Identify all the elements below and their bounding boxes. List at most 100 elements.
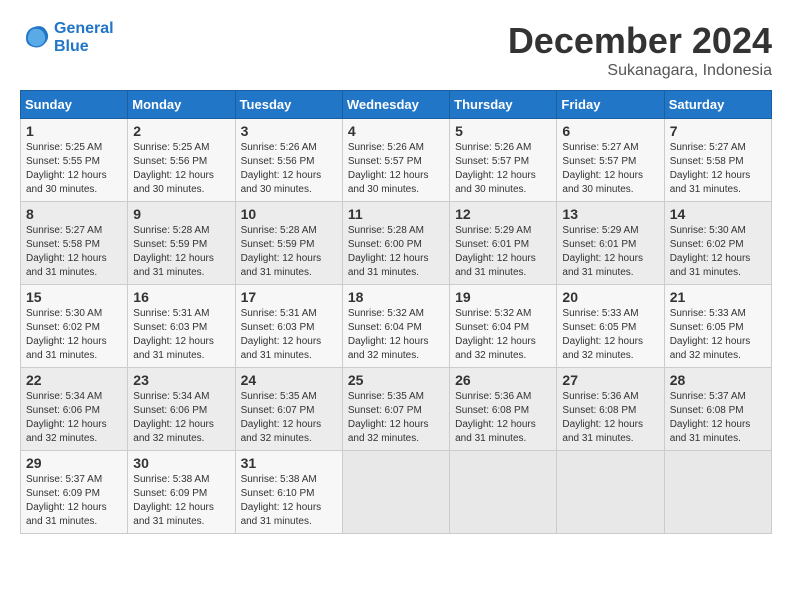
day-info: Sunrise: 5:33 AMSunset: 6:05 PMDaylight:… [670, 307, 766, 363]
week-row: 15 Sunrise: 5:30 AMSunset: 6:02 PMDayligh… [21, 285, 772, 368]
day-number: 10 [241, 206, 337, 222]
calendar-table: SundayMondayTuesdayWednesdayThursdayFrid… [20, 90, 772, 534]
calendar-cell: 5Sunrise: 5:26 AMSunset: 5:57 PMDaylight… [450, 119, 557, 202]
day-number: 26 [455, 372, 551, 388]
day-number: 30 [133, 455, 229, 471]
day-info: Sunrise: 5:32 AMSunset: 6:04 PMDaylight:… [455, 307, 551, 363]
day-number: 24 [241, 372, 337, 388]
day-info: Sunrise: 5:34 AMSunset: 6:06 PMDaylight:… [26, 390, 122, 446]
calendar-cell: 16 Sunrise: 5:31 AMSunset: 6:03 PMDayligh… [128, 285, 235, 368]
location-subtitle: Sukanagara, Indonesia [508, 62, 772, 80]
calendar-cell: 31Sunrise: 5:38 AMSunset: 6:10 PMDayligh… [235, 451, 342, 534]
day-info: Sunrise: 5:32 AMSunset: 6:04 PMDaylight:… [348, 307, 444, 363]
calendar-cell: 13 Sunrise: 5:29 AMSunset: 6:01 PMDayligh… [557, 202, 664, 285]
day-number: 11 [348, 206, 444, 222]
header-row: SundayMondayTuesdayWednesdayThursdayFrid… [21, 91, 772, 119]
calendar-cell: 23Sunrise: 5:34 AMSunset: 6:06 PMDayligh… [128, 368, 235, 451]
calendar-cell: 6 Sunrise: 5:27 AMSunset: 5:57 PMDaylight… [557, 119, 664, 202]
calendar-cell: 27 Sunrise: 5:36 AMSunset: 6:08 PMDayligh… [557, 368, 664, 451]
calendar-cell: 1Sunrise: 5:25 AMSunset: 5:55 PMDaylight… [21, 119, 128, 202]
day-number: 2 [133, 123, 229, 139]
day-number: 17 [241, 289, 337, 305]
day-info: Sunrise: 5:38 AMSunset: 6:10 PMDaylight:… [241, 473, 337, 529]
calendar-cell: 14Sunrise: 5:30 AMSunset: 6:02 PMDayligh… [664, 202, 771, 285]
calendar-cell: 8Sunrise: 5:27 AMSunset: 5:58 PMDaylight… [21, 202, 128, 285]
day-number: 20 [562, 289, 658, 305]
day-number: 15 [26, 289, 122, 305]
day-number: 4 [348, 123, 444, 139]
day-info: Sunrise: 5:36 AMSunset: 6:08 PMDaylight:… [455, 390, 551, 446]
calendar-cell: 28 Sunrise: 5:37 AMSunset: 6:08 PMDayligh… [664, 368, 771, 451]
day-info: Sunrise: 5:26 AMSunset: 5:57 PMDaylight:… [455, 141, 551, 197]
calendar-cell: 25 Sunrise: 5:35 AMSunset: 6:07 PMDayligh… [342, 368, 449, 451]
day-info: Sunrise: 5:37 AMSunset: 6:08 PMDaylight:… [670, 390, 766, 446]
calendar-cell: 10 Sunrise: 5:28 AMSunset: 5:59 PMDayligh… [235, 202, 342, 285]
calendar-cell: 2 Sunrise: 5:25 AMSunset: 5:56 PMDaylight… [128, 119, 235, 202]
day-number: 28 [670, 372, 766, 388]
day-info: Sunrise: 5:36 AMSunset: 6:08 PMDaylight:… [562, 390, 658, 446]
calendar-cell: 22Sunrise: 5:34 AMSunset: 6:06 PMDayligh… [21, 368, 128, 451]
calendar-cell: 3 Sunrise: 5:26 AMSunset: 5:56 PMDaylight… [235, 119, 342, 202]
calendar-cell: 20 Sunrise: 5:33 AMSunset: 6:05 PMDayligh… [557, 285, 664, 368]
day-number: 6 [562, 123, 658, 139]
day-info: Sunrise: 5:26 AMSunset: 5:56 PMDaylight:… [241, 141, 337, 197]
calendar-cell [342, 451, 449, 534]
day-number: 27 [562, 372, 658, 388]
calendar-cell: 11 Sunrise: 5:28 AMSunset: 6:00 PMDayligh… [342, 202, 449, 285]
day-number: 16 [133, 289, 229, 305]
col-header-sunday: Sunday [21, 91, 128, 119]
day-info: Sunrise: 5:37 AMSunset: 6:09 PMDaylight:… [26, 473, 122, 529]
week-row: 22Sunrise: 5:34 AMSunset: 6:06 PMDayligh… [21, 368, 772, 451]
calendar-cell [664, 451, 771, 534]
calendar-cell: 29Sunrise: 5:37 AMSunset: 6:09 PMDayligh… [21, 451, 128, 534]
day-number: 14 [670, 206, 766, 222]
day-number: 7 [670, 123, 766, 139]
calendar-cell: 4 Sunrise: 5:26 AMSunset: 5:57 PMDaylight… [342, 119, 449, 202]
calendar-cell: 12 Sunrise: 5:29 AMSunset: 6:01 PMDayligh… [450, 202, 557, 285]
logo-text: General Blue [54, 20, 114, 55]
day-number: 12 [455, 206, 551, 222]
col-header-saturday: Saturday [664, 91, 771, 119]
calendar-cell: 26 Sunrise: 5:36 AMSunset: 6:08 PMDayligh… [450, 368, 557, 451]
logo-icon [20, 23, 50, 53]
col-header-wednesday: Wednesday [342, 91, 449, 119]
day-info: Sunrise: 5:35 AMSunset: 6:07 PMDaylight:… [348, 390, 444, 446]
day-info: Sunrise: 5:29 AMSunset: 6:01 PMDaylight:… [455, 224, 551, 280]
day-info: Sunrise: 5:26 AMSunset: 5:57 PMDaylight:… [348, 141, 444, 197]
week-row: 1Sunrise: 5:25 AMSunset: 5:55 PMDaylight… [21, 119, 772, 202]
page-header: General Blue December 2024 Sukanagara, I… [20, 20, 772, 80]
day-number: 25 [348, 372, 444, 388]
calendar-cell: 24Sunrise: 5:35 AMSunset: 6:07 PMDayligh… [235, 368, 342, 451]
calendar-cell: 18Sunrise: 5:32 AMSunset: 6:04 PMDayligh… [342, 285, 449, 368]
day-number: 23 [133, 372, 229, 388]
day-info: Sunrise: 5:28 AMSunset: 6:00 PMDaylight:… [348, 224, 444, 280]
day-number: 3 [241, 123, 337, 139]
week-row: 29Sunrise: 5:37 AMSunset: 6:09 PMDayligh… [21, 451, 772, 534]
day-info: Sunrise: 5:27 AMSunset: 5:57 PMDaylight:… [562, 141, 658, 197]
day-info: Sunrise: 5:38 AMSunset: 6:09 PMDaylight:… [133, 473, 229, 529]
day-number: 21 [670, 289, 766, 305]
day-info: Sunrise: 5:28 AMSunset: 5:59 PMDaylight:… [241, 224, 337, 280]
day-info: Sunrise: 5:27 AMSunset: 5:58 PMDaylight:… [670, 141, 766, 197]
calendar-cell: 7 Sunrise: 5:27 AMSunset: 5:58 PMDaylight… [664, 119, 771, 202]
month-title: December 2024 [508, 20, 772, 62]
day-info: Sunrise: 5:27 AMSunset: 5:58 PMDaylight:… [26, 224, 122, 280]
day-info: Sunrise: 5:29 AMSunset: 6:01 PMDaylight:… [562, 224, 658, 280]
calendar-cell: 15 Sunrise: 5:30 AMSunset: 6:02 PMDayligh… [21, 285, 128, 368]
calendar-cell: 30 Sunrise: 5:38 AMSunset: 6:09 PMDayligh… [128, 451, 235, 534]
col-header-friday: Friday [557, 91, 664, 119]
day-info: Sunrise: 5:33 AMSunset: 6:05 PMDaylight:… [562, 307, 658, 363]
col-header-monday: Monday [128, 91, 235, 119]
day-number: 19 [455, 289, 551, 305]
day-info: Sunrise: 5:25 AMSunset: 5:56 PMDaylight:… [133, 141, 229, 197]
calendar-cell: 17Sunrise: 5:31 AMSunset: 6:03 PMDayligh… [235, 285, 342, 368]
day-number: 9 [133, 206, 229, 222]
calendar-cell: 19 Sunrise: 5:32 AMSunset: 6:04 PMDayligh… [450, 285, 557, 368]
calendar-cell [450, 451, 557, 534]
logo: General Blue [20, 20, 114, 55]
day-info: Sunrise: 5:28 AMSunset: 5:59 PMDaylight:… [133, 224, 229, 280]
day-number: 13 [562, 206, 658, 222]
col-header-tuesday: Tuesday [235, 91, 342, 119]
day-info: Sunrise: 5:31 AMSunset: 6:03 PMDaylight:… [133, 307, 229, 363]
day-info: Sunrise: 5:30 AMSunset: 6:02 PMDaylight:… [26, 307, 122, 363]
